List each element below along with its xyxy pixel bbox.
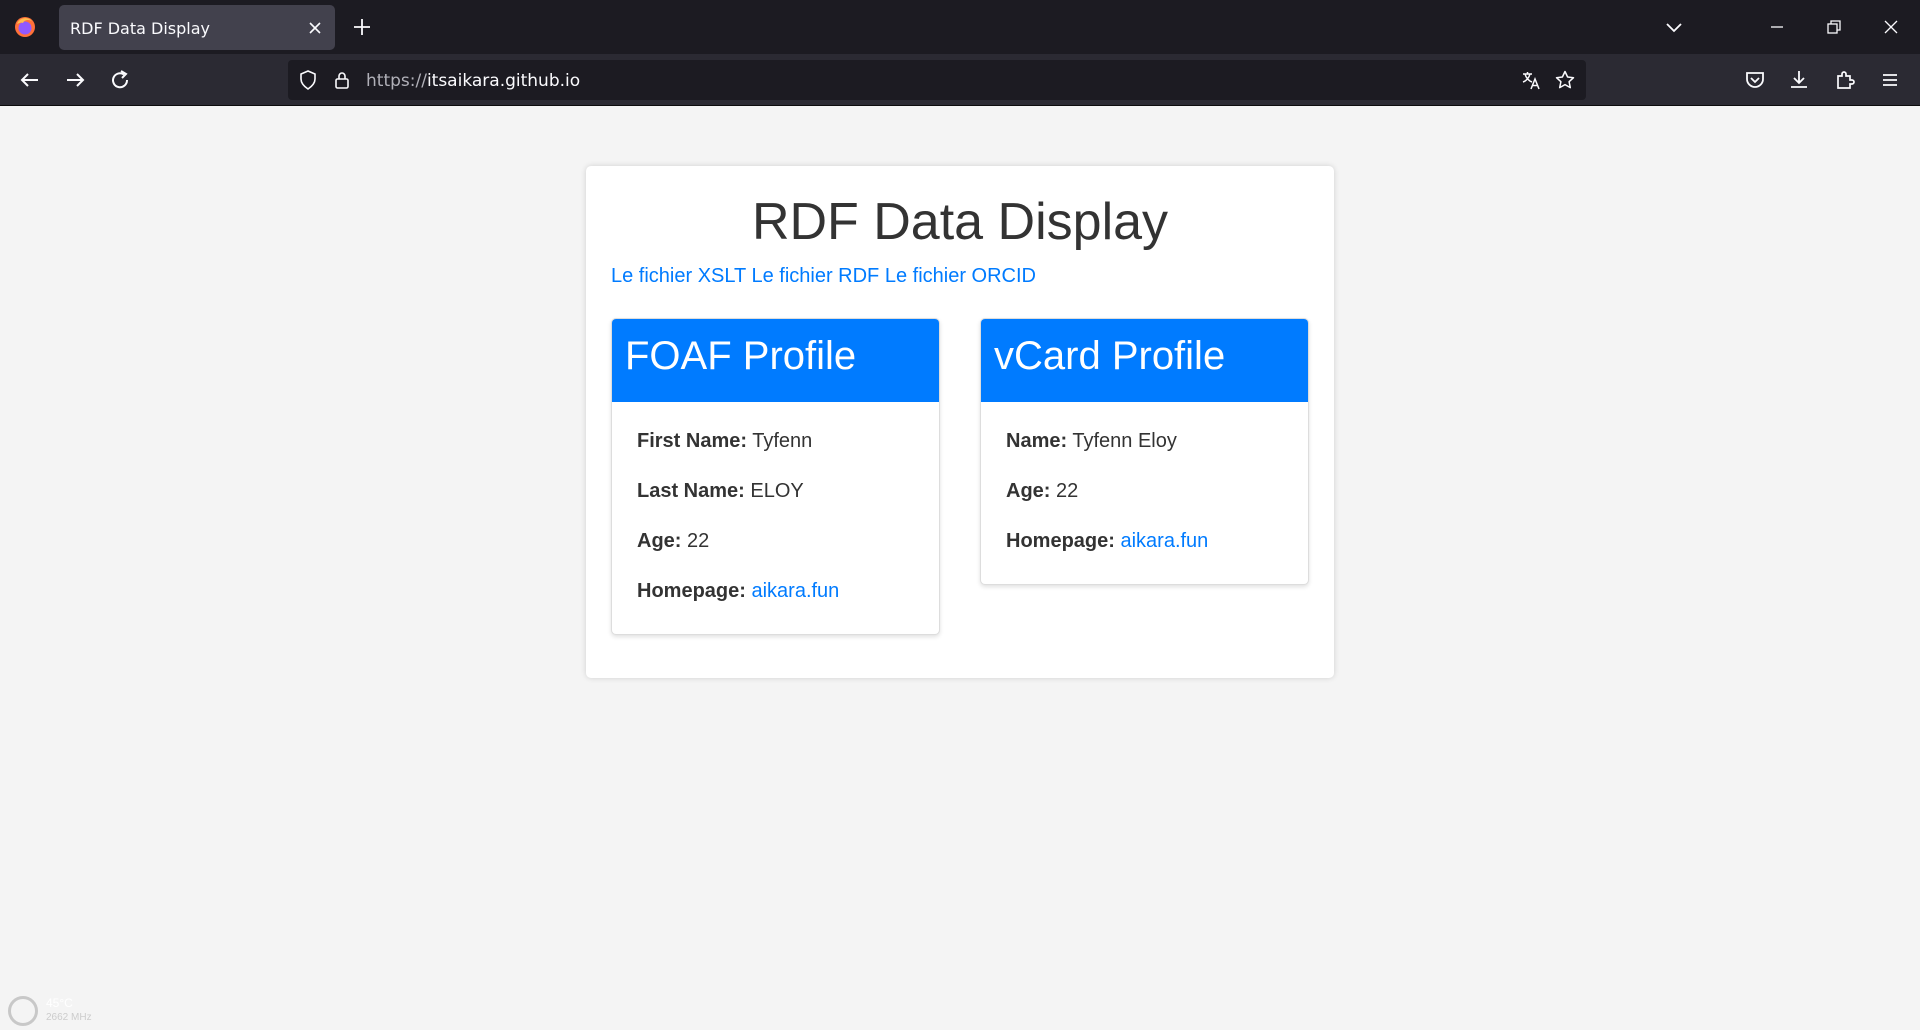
extensions-icon[interactable] — [1832, 67, 1858, 93]
new-tab-icon[interactable] — [351, 16, 373, 38]
chevron-down-icon[interactable] — [1664, 17, 1684, 37]
rdf-file-link[interactable]: Le fichier RDF — [751, 265, 879, 287]
forward-icon[interactable] — [62, 67, 88, 93]
homepage-label: Homepage: — [637, 580, 746, 602]
age-value: 22 — [687, 530, 710, 552]
foaf-last-name: Last Name: ELOY — [637, 480, 914, 502]
foaf-profile-card: FOAF Profile First Name: Tyfenn Last Nam… — [611, 318, 940, 635]
back-icon[interactable] — [17, 67, 43, 93]
shield-icon[interactable] — [297, 69, 319, 91]
translate-icon[interactable] — [1520, 69, 1542, 91]
downloads-icon[interactable] — [1786, 67, 1812, 93]
homepage-label: Homepage: — [1006, 530, 1115, 552]
foaf-card-body: First Name: Tyfenn Last Name: ELOY Age: … — [612, 402, 939, 634]
first-name-value: Tyfenn — [752, 430, 813, 452]
last-name-value: ELOY — [750, 480, 804, 502]
active-tab[interactable]: RDF Data Display — [59, 5, 335, 50]
name-label: Name: — [1006, 430, 1068, 452]
close-tab-icon[interactable] — [305, 18, 325, 38]
vcard-name: Name: Tyfenn Eloy — [1006, 430, 1283, 452]
tab-title: RDF Data Display — [70, 19, 210, 38]
url-scheme: https:// — [366, 71, 427, 91]
menu-icon[interactable] — [1877, 67, 1903, 93]
page-title: RDF Data Display — [751, 193, 1169, 251]
foaf-first-name: First Name: Tyfenn — [637, 430, 914, 452]
address-bar[interactable]: https://itsaikara.github.io — [288, 60, 1586, 100]
tab-bar: RDF Data Display — [0, 0, 1920, 54]
firefox-logo-icon[interactable] — [13, 15, 37, 39]
restore-icon[interactable] — [1824, 17, 1844, 37]
url-host: itsaikara.github.io — [426, 71, 581, 91]
foaf-homepage-link[interactable]: aikara.fun — [751, 580, 839, 602]
age-label: Age: — [1006, 480, 1051, 502]
lock-icon[interactable] — [331, 69, 353, 91]
pocket-icon[interactable] — [1742, 67, 1768, 93]
foaf-card-title: FOAF Profile — [625, 334, 857, 378]
cpu-frequency: 2662 MHz — [46, 1012, 92, 1023]
vcard-homepage-link[interactable]: aikara.fun — [1120, 530, 1208, 552]
age-value: 22 — [1056, 480, 1079, 502]
foaf-homepage: Homepage: aikara.fun — [637, 580, 914, 602]
file-links: Le fichier XSLT Le fichier RDF Le fichie… — [611, 265, 1036, 288]
first-name-label: First Name: — [637, 430, 748, 452]
navigation-bar: https://itsaikara.github.io — [0, 54, 1920, 106]
vcard-profile-card: vCard Profile Name: Tyfenn Eloy Age: 22 … — [980, 318, 1309, 585]
vcard-card-body: Name: Tyfenn Eloy Age: 22 Homepage: aika… — [981, 402, 1308, 584]
foaf-card-header: FOAF Profile — [612, 319, 939, 402]
last-name-label: Last Name: — [637, 480, 745, 502]
cpu-monitor-widget: 45°C 2662 MHz — [8, 996, 150, 1028]
reload-icon[interactable] — [107, 67, 133, 93]
xslt-file-link[interactable]: Le fichier XSLT — [611, 265, 746, 287]
foaf-age: Age: 22 — [637, 530, 914, 552]
minimize-icon[interactable] — [1767, 17, 1787, 37]
vcard-card-title: vCard Profile — [994, 334, 1226, 378]
vcard-card-header: vCard Profile — [981, 319, 1308, 402]
name-value: Tyfenn Eloy — [1072, 430, 1177, 452]
orcid-file-link[interactable]: Le fichier ORCID — [885, 265, 1036, 287]
url-text[interactable]: https://itsaikara.github.io — [366, 71, 580, 91]
content-container: RDF Data Display Le fichier XSLT Le fich… — [586, 166, 1334, 678]
vcard-age: Age: 22 — [1006, 480, 1283, 502]
cpu-gauge-icon — [8, 996, 38, 1026]
bookmark-star-icon[interactable] — [1554, 69, 1576, 91]
cpu-temperature: 45°C — [46, 996, 73, 1010]
age-label: Age: — [637, 530, 682, 552]
close-window-icon[interactable] — [1881, 17, 1901, 37]
vcard-homepage: Homepage: aikara.fun — [1006, 530, 1283, 552]
